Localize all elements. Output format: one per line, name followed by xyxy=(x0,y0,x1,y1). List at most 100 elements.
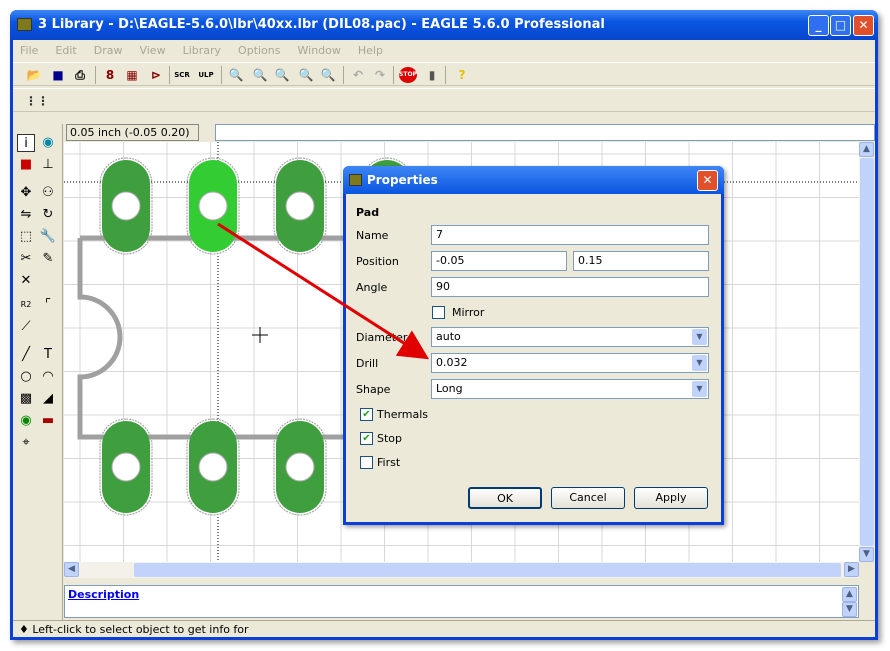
menu-view[interactable]: View xyxy=(132,40,175,57)
open-icon[interactable]: 📂 xyxy=(25,67,43,83)
scroll-down-icon[interactable]: ▼ xyxy=(859,547,874,562)
scroll-left-icon[interactable]: ◀ xyxy=(64,562,79,577)
status-bar: ♦ Left-click to select object to get inf… xyxy=(13,620,875,637)
mirror-checkbox[interactable] xyxy=(432,306,445,319)
description-link[interactable]: Description xyxy=(68,588,139,601)
maximize-button[interactable]: □ xyxy=(830,15,851,36)
zoom-fit-icon[interactable]: 🔍 xyxy=(227,67,245,83)
shape-value: Long xyxy=(436,382,463,395)
rect-icon[interactable]: ▩ xyxy=(17,390,35,408)
scroll-up-icon[interactable]: ▲ xyxy=(842,587,857,602)
ok-button[interactable]: OK xyxy=(468,487,542,509)
change-icon[interactable]: 🔧 xyxy=(39,228,57,246)
drill-label: Drill xyxy=(356,357,379,370)
grid-icon[interactable]: ⋮⋮ xyxy=(25,93,49,109)
menu-help[interactable]: Help xyxy=(351,40,393,57)
hole-icon[interactable]: ⌖ xyxy=(17,434,35,452)
scroll-down-icon[interactable]: ▼ xyxy=(842,602,857,617)
info-icon[interactable]: i xyxy=(17,134,35,152)
thermals-label: Thermals xyxy=(377,408,429,421)
undo-icon[interactable]: ↶ xyxy=(349,67,367,83)
pad-icon[interactable]: ◉ xyxy=(17,412,35,430)
name-icon[interactable]: R2 xyxy=(17,296,35,314)
angle-field[interactable]: 90 xyxy=(431,277,709,297)
stop-button[interactable]: STOP xyxy=(399,67,417,83)
symbol-icon[interactable]: ⊳ xyxy=(147,67,165,83)
diameter-select[interactable]: auto ▼ xyxy=(431,327,709,347)
menu-options[interactable]: Options xyxy=(231,40,290,57)
show-icon[interactable]: ◉ xyxy=(39,134,57,152)
dialog-close-button[interactable]: ✕ xyxy=(697,170,718,191)
vertical-scrollbar[interactable]: ▲ ▼ xyxy=(859,142,875,562)
script-button[interactable]: SCR xyxy=(173,67,191,83)
scroll-thumb[interactable] xyxy=(134,563,841,577)
scroll-right-icon[interactable]: ▶ xyxy=(844,562,859,577)
menu-file[interactable]: File xyxy=(13,40,48,57)
miter-icon[interactable]: ⌜ xyxy=(39,296,57,314)
mark-icon[interactable]: ⊥ xyxy=(39,156,57,174)
title-bar: 3 Library - D:\EAGLE-5.6.0\lbr\40xx.lbr … xyxy=(10,10,878,40)
section-heading: Pad xyxy=(356,206,380,219)
diameter-value: auto xyxy=(436,330,461,343)
scroll-thumb[interactable] xyxy=(860,158,874,546)
copy-icon[interactable]: ⚇ xyxy=(39,184,57,202)
dialog-title-bar: Properties ✕ xyxy=(343,166,724,194)
main-toolbar: 📂 ■ ⎙ 8 ▦ ⊳ SCR ULP 🔍 🔍 🔍 🔍 🔍 ↶ ↷ STOP ▮… xyxy=(13,62,875,86)
apply-button[interactable]: Apply xyxy=(634,487,708,509)
thermals-checkbox[interactable]: ✔ xyxy=(360,408,373,421)
cancel-button[interactable]: Cancel xyxy=(551,487,625,509)
circle-icon[interactable]: ○ xyxy=(17,368,35,386)
smd-icon[interactable]: ▬ xyxy=(39,412,57,430)
package-icon[interactable]: ▦ xyxy=(123,67,141,83)
redo-icon[interactable]: ↷ xyxy=(371,67,389,83)
grid-toolbar: ⋮⋮ xyxy=(13,88,875,112)
zoom-select-icon[interactable]: 🔍 xyxy=(319,67,337,83)
minimize-button[interactable]: _ xyxy=(808,15,829,36)
mirror-icon[interactable]: ⇋ xyxy=(17,206,35,224)
group-icon[interactable]: ⬚ xyxy=(17,228,35,246)
zoom-in-icon[interactable]: 🔍 xyxy=(251,67,269,83)
paste-icon[interactable]: ✎ xyxy=(39,250,57,268)
command-input[interactable] xyxy=(215,124,875,141)
horizontal-scrollbar[interactable]: ◀ ▶ xyxy=(64,562,859,578)
coordinate-display: 0.05 inch (-0.05 0.20) xyxy=(66,124,199,141)
ulp-button[interactable]: ULP xyxy=(197,67,215,83)
close-button[interactable]: ✕ xyxy=(853,15,874,36)
drill-select[interactable]: 0.032 ▼ xyxy=(431,353,709,373)
menu-edit[interactable]: Edit xyxy=(48,40,86,57)
chevron-down-icon[interactable]: ▼ xyxy=(692,381,707,397)
status-text: Left-click to select object to get info … xyxy=(32,623,249,636)
delete-icon[interactable]: ✕ xyxy=(17,272,35,290)
stop-checkbox[interactable]: ✔ xyxy=(360,432,373,445)
arc-icon[interactable]: ◠ xyxy=(39,368,57,386)
description-pane: Description ▲ ▼ xyxy=(64,585,859,618)
zoom-out-icon[interactable]: 🔍 xyxy=(273,67,291,83)
rotate-icon[interactable]: ↻ xyxy=(39,206,57,224)
shape-select[interactable]: Long ▼ xyxy=(431,379,709,399)
name-field[interactable]: 7 xyxy=(431,225,709,245)
first-checkbox[interactable] xyxy=(360,456,373,469)
cut-icon[interactable]: ✂ xyxy=(17,250,35,268)
menu-library[interactable]: Library xyxy=(176,40,231,57)
wire-icon[interactable]: ╱ xyxy=(17,346,35,364)
help-button[interactable]: ? xyxy=(453,67,471,83)
schematic-icon[interactable]: 8 xyxy=(101,67,119,83)
menu-window[interactable]: Window xyxy=(291,40,351,57)
stop-label: Stop xyxy=(377,432,403,445)
chevron-down-icon[interactable]: ▼ xyxy=(692,329,707,345)
display-icon[interactable]: ■ xyxy=(17,156,35,174)
menu-draw[interactable]: Draw xyxy=(87,40,133,57)
text-icon[interactable]: T xyxy=(39,346,57,364)
position-y-field[interactable]: 0.15 xyxy=(573,251,709,271)
print-icon[interactable]: ⎙ xyxy=(71,67,89,83)
move-icon[interactable]: ✥ xyxy=(17,184,35,202)
chevron-down-icon[interactable]: ▼ xyxy=(692,355,707,371)
split-icon[interactable]: ⟋ xyxy=(17,318,35,336)
drill-hole xyxy=(285,452,315,482)
go-icon[interactable]: ▮ xyxy=(423,67,441,83)
redraw-icon[interactable]: 🔍 xyxy=(297,67,315,83)
scroll-up-icon[interactable]: ▲ xyxy=(859,142,874,157)
polygon-icon[interactable]: ◢ xyxy=(39,390,57,408)
position-x-field[interactable]: -0.05 xyxy=(431,251,567,271)
save-icon[interactable]: ■ xyxy=(49,67,67,83)
